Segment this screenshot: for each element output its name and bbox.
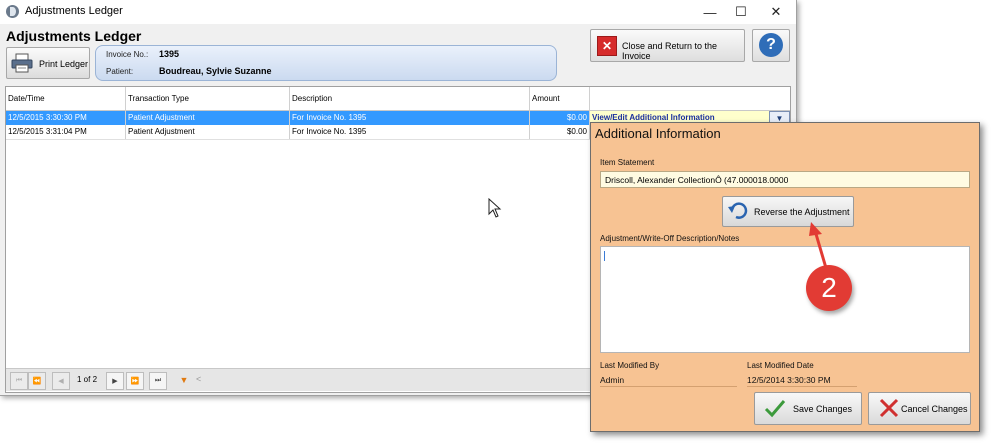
additional-info-popup: Additional Information Item Statement Dr… (590, 122, 980, 432)
cell-description: For Invoice No. 1395 (290, 125, 530, 139)
close-return-button[interactable]: ✕ Close and Return to the Invoice (590, 29, 745, 62)
undo-icon (728, 202, 748, 219)
cell-datetime: 12/5/2015 3:30:30 PM (6, 111, 126, 125)
next-fast-button[interactable]: ⏩ (126, 372, 144, 390)
item-statement-field[interactable]: Driscoll, Alexander CollectionÔ (47.0000… (600, 171, 970, 188)
close-return-label: Close and Return to the Invoice (622, 41, 718, 61)
help-icon: ? (759, 33, 783, 57)
step-number-callout: 2 (806, 265, 852, 311)
mouse-cursor-icon (488, 198, 502, 218)
close-x-icon: ✕ (597, 36, 617, 56)
text-caret (604, 251, 605, 261)
cell-type: Patient Adjustment (126, 125, 290, 139)
last-page-button[interactable]: ⏭ (149, 372, 167, 390)
reverse-adjustment-button[interactable]: Reverse the Adjustment (722, 196, 854, 227)
column-header-description[interactable]: Description (290, 87, 530, 111)
print-ledger-button[interactable]: Print Ledger (6, 47, 90, 79)
table-row[interactable]: 12/5/2015 3:31:04 PM Patient Adjustment … (6, 125, 590, 140)
maximize-button[interactable]: ☐ (724, 0, 758, 24)
x-mark-icon (879, 398, 899, 418)
cell-amount: $0.00 (530, 125, 590, 139)
notes-label: Adjustment/Write-Off Description/Notes (600, 234, 740, 243)
invoice-info-panel: Invoice No.: 1395 Patient: Boudreau, Syl… (95, 45, 557, 81)
close-window-button[interactable]: ✕ (759, 0, 793, 24)
filter-icon[interactable]: ▼ (177, 373, 191, 387)
reverse-adjustment-label: Reverse the Adjustment (754, 207, 850, 217)
patient-label: Patient: (106, 67, 134, 76)
save-changes-button[interactable]: Save Changes (754, 392, 862, 425)
modified-by-value: Admin (600, 375, 625, 385)
modified-date-label: Last Modified Date (747, 361, 814, 370)
column-header-type[interactable]: Transaction Type (126, 87, 290, 111)
save-changes-label: Save Changes (793, 404, 853, 414)
next-page-button[interactable]: ▶ (106, 372, 124, 390)
page-title: Adjustments Ledger (6, 28, 142, 44)
table-row[interactable]: 12/5/2015 3:30:30 PM Patient Adjustment … (6, 111, 590, 125)
prev-fast-button[interactable]: ⏪ (28, 372, 46, 390)
first-page-button[interactable]: ⏮ (10, 372, 28, 390)
invoice-label: Invoice No.: (106, 50, 149, 59)
cell-amount: $0.00 (530, 111, 590, 125)
column-header-datetime[interactable]: Date/Time (6, 87, 126, 111)
pager-bar: ⏮ ⏪ ◀ 1 of 2 ▶ ⏩ ⏭ ▼ < (6, 368, 590, 391)
title-bar: Adjustments Ledger — ☐ ✕ (0, 0, 796, 24)
modified-date-value: 12/5/2014 3:30:30 PM (747, 375, 831, 385)
cancel-changes-button[interactable]: Cancel Changes (868, 392, 971, 425)
check-icon (764, 400, 786, 418)
notes-textarea[interactable] (600, 246, 970, 353)
modified-by-underline (600, 386, 737, 387)
cancel-changes-label: Cancel Changes (901, 404, 968, 414)
page-indicator: 1 of 2 (77, 375, 98, 384)
cell-type: Patient Adjustment (126, 111, 290, 125)
cell-description: For Invoice No. 1395 (290, 111, 530, 125)
popup-title: Additional Information (595, 126, 721, 141)
printer-icon (11, 53, 33, 73)
modified-by-label: Last Modified By (600, 361, 660, 370)
scroll-left-icon[interactable]: < (196, 374, 201, 384)
column-header-blank (590, 87, 790, 111)
modified-date-underline (747, 386, 857, 387)
column-header-amount[interactable]: Amount (530, 87, 590, 111)
window-title: Adjustments Ledger (25, 5, 123, 17)
item-statement-label: Item Statement (600, 158, 655, 167)
prev-page-button[interactable]: ◀ (52, 372, 70, 390)
print-ledger-label: Print Ledger (39, 59, 89, 69)
view-edit-additional-info-link[interactable]: View/Edit Additional Information (592, 113, 715, 122)
patient-value: Boudreau, Sylvie Suzanne (159, 66, 272, 76)
minimize-button[interactable]: — (693, 0, 727, 24)
invoice-value: 1395 (159, 49, 180, 59)
app-icon (6, 5, 19, 18)
help-button[interactable]: ? (752, 29, 790, 62)
cell-datetime: 12/5/2015 3:31:04 PM (6, 125, 126, 139)
